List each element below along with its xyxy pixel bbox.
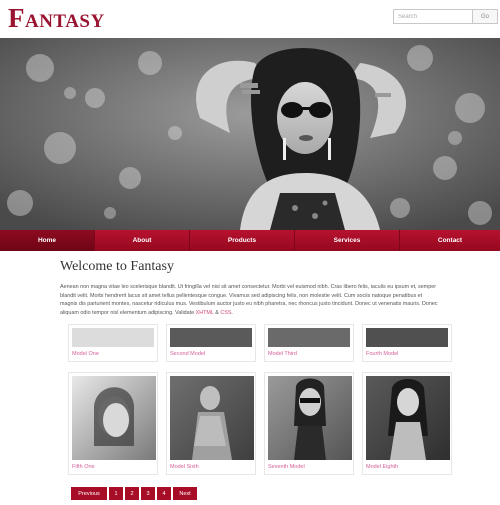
gallery-card[interactable]: Model Eighth xyxy=(362,372,452,475)
portrait-image xyxy=(294,378,326,460)
intro-paragraph: Aenean non magna vitae leo scelerisque b… xyxy=(60,283,440,318)
gallery-card-label: Model Third xyxy=(268,351,297,357)
search-input[interactable] xyxy=(393,9,473,24)
pagination-previous-button[interactable]: Previous xyxy=(71,487,107,500)
gallery-card-label: Second Model xyxy=(170,351,206,357)
css-link[interactable]: CSS xyxy=(220,310,231,316)
site-header: Fantasy Go xyxy=(0,0,500,38)
portrait-image xyxy=(388,379,428,460)
page-title: Welcome to Fantasy xyxy=(60,259,174,274)
gallery-thumb xyxy=(72,376,156,460)
gallery-thumb xyxy=(268,328,350,347)
hero-photo xyxy=(0,38,500,230)
main-nav: Home About Products Services Contact xyxy=(0,230,500,251)
nav-services[interactable]: Services xyxy=(295,230,400,251)
site-logo[interactable]: Fantasy xyxy=(8,3,105,34)
gallery-card-label: Model Eighth xyxy=(366,464,399,470)
gallery-card-label: Fourth Model xyxy=(366,351,399,357)
intro-and: & xyxy=(215,310,219,317)
gallery-card-label: Seventh Model xyxy=(268,464,305,470)
pagination-next-button[interactable]: Next xyxy=(173,487,197,500)
gallery-card-label: Model One xyxy=(72,351,99,357)
pagination: Previous 1 2 3 4 Next xyxy=(71,487,197,500)
search-form: Go xyxy=(393,9,498,24)
nav-contact[interactable]: Contact xyxy=(400,230,500,251)
gallery-thumb xyxy=(268,376,352,460)
gallery-card[interactable]: Second Model xyxy=(166,324,256,362)
nav-products[interactable]: Products xyxy=(190,230,295,251)
search-go-button[interactable]: Go xyxy=(473,9,498,24)
gallery-thumb xyxy=(72,328,154,347)
gallery-card-label: Model Sixth xyxy=(170,464,199,470)
gallery-card-label: Fifth One xyxy=(72,464,95,470)
pagination-page-2[interactable]: 2 xyxy=(125,487,139,500)
gallery-card[interactable]: Seventh Model xyxy=(264,372,354,475)
intro-end: . xyxy=(231,310,233,317)
gallery-card[interactable]: Fifth One xyxy=(68,372,158,475)
gallery-thumb xyxy=(170,328,252,347)
hero-banner xyxy=(0,38,500,230)
nav-about[interactable]: About xyxy=(95,230,190,251)
gallery-card[interactable]: Model One xyxy=(68,324,158,362)
pagination-page-4[interactable]: 4 xyxy=(157,487,171,500)
pagination-page-1[interactable]: 1 xyxy=(109,487,123,500)
xhtml-link[interactable]: XHTML xyxy=(196,310,214,316)
nav-home[interactable]: Home xyxy=(0,230,95,251)
portrait-image xyxy=(192,386,232,460)
gallery-card[interactable]: Fourth Model xyxy=(362,324,452,362)
gallery-card[interactable]: Model Third xyxy=(264,324,354,362)
intro-text: Aenean non magna vitae leo scelerisque b… xyxy=(60,284,438,317)
portrait-image xyxy=(94,387,134,446)
pagination-page-3[interactable]: 3 xyxy=(141,487,155,500)
gallery-thumb xyxy=(170,376,254,460)
gallery-thumb xyxy=(366,328,448,347)
gallery-card[interactable]: Model Sixth xyxy=(166,372,256,475)
gallery-thumb xyxy=(366,376,450,460)
